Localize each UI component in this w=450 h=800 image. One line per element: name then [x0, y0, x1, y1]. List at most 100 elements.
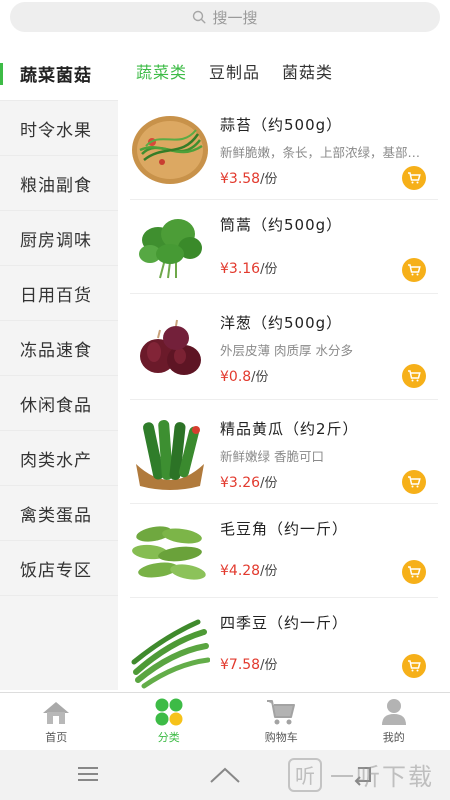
product-name: 筒蒿（约500g）	[220, 216, 343, 234]
sidebar-item-label: 饭店专区	[20, 560, 92, 581]
sidebar-item-label: 禽类蛋品	[20, 505, 92, 526]
watermark: 听 一听下载	[288, 757, 434, 792]
product-description: 外层皮薄 肉质厚 水分多	[220, 343, 353, 358]
product-image	[136, 419, 204, 490]
product-name: 蒜苔（约500g）	[220, 116, 343, 134]
product-image	[131, 619, 210, 689]
product-item[interactable]: 蒜苔（约500g） 新鲜脆嫩，条长，上部浓绿，基部嫩白 ¥3.58/份	[118, 96, 450, 200]
price-value: ¥7.58	[220, 657, 261, 673]
sidebar-item-frozen[interactable]: 冻品速食	[0, 321, 118, 376]
watermark-text: 一听下载	[330, 763, 434, 791]
cart-icon	[408, 566, 421, 578]
sidebar-item-label: 厨房调味	[20, 230, 92, 251]
search-icon	[193, 10, 206, 24]
sidebar-item-seasoning[interactable]: 厨房调味	[0, 211, 118, 266]
product-name: 毛豆角（约一斤）	[220, 520, 349, 538]
add-to-cart-button[interactable]	[402, 654, 426, 678]
subcategory-tabs: 蔬菜类 豆制品 菌菇类	[118, 46, 450, 96]
add-to-cart-button[interactable]	[402, 364, 426, 388]
sidebar-item-poultry-eggs[interactable]: 禽类蛋品	[0, 486, 118, 541]
tab-home-label: 首页	[45, 731, 68, 744]
price-unit: /份	[260, 476, 278, 491]
sidebar-item-label: 时令水果	[20, 120, 92, 141]
cart-icon	[408, 264, 421, 276]
sidebar-item-label: 肉类水产	[20, 450, 92, 471]
tab-cart[interactable]: 购物车	[225, 693, 338, 750]
price-value: ¥4.28	[220, 563, 261, 579]
tab-profile-label: 我的	[382, 731, 405, 744]
product-name: 洋葱（约500g）	[220, 314, 343, 332]
search-placeholder: 搜一搜	[212, 8, 258, 27]
sidebar-item-meat-seafood[interactable]: 肉类水产	[0, 431, 118, 486]
tab-home[interactable]: 首页	[0, 693, 113, 750]
price-unit: /份	[260, 172, 278, 187]
home-icon	[43, 702, 70, 724]
product-image	[132, 526, 206, 580]
bottom-tab-bar: 首页 分类 购物车 我的	[0, 692, 450, 750]
home-nav-icon[interactable]	[208, 764, 242, 786]
price-unit: /份	[260, 262, 278, 277]
product-price: ¥7.58/份	[220, 654, 277, 673]
product-price: ¥3.16/份	[220, 258, 277, 277]
tab-profile[interactable]: 我的	[338, 693, 450, 750]
sidebar-item-snacks[interactable]: 休闲食品	[0, 376, 118, 431]
price-value: ¥0.8	[220, 369, 252, 385]
product-item[interactable]: 洋葱（约500g） 外层皮薄 肉质厚 水分多 ¥0.8/份	[118, 294, 450, 400]
search-bar[interactable]: 搜一搜	[10, 2, 440, 32]
sidebar-item-label: 休闲食品	[20, 395, 92, 416]
tab-category[interactable]: 分类	[113, 693, 226, 750]
product-price: ¥0.8/份	[220, 366, 269, 385]
product-price: ¥3.26/份	[220, 472, 277, 491]
price-value: ¥3.26	[220, 475, 261, 491]
product-item[interactable]: 毛豆角（约一斤） ¥4.28/份	[118, 504, 450, 598]
price-unit: /份	[260, 564, 278, 579]
sidebar-item-fruits[interactable]: 时令水果	[0, 101, 118, 156]
sidebar-item-label: 粮油副食	[20, 175, 92, 196]
tab-cart-label: 购物车	[264, 731, 298, 744]
add-to-cart-button[interactable]	[402, 470, 426, 494]
menu-icon[interactable]	[76, 764, 100, 784]
add-to-cart-button[interactable]	[402, 560, 426, 584]
cart-icon	[408, 476, 421, 488]
cart-icon	[408, 370, 421, 382]
product-name: 精品黄瓜（约2斤）	[220, 420, 359, 438]
price-value: ¥3.16	[220, 261, 261, 277]
cart-icon	[267, 700, 296, 725]
product-description: 新鲜脆嫩，条长，上部浓绿，基部嫩白	[220, 145, 430, 160]
product-price: ¥3.58/份	[220, 168, 277, 187]
price-value: ¥3.58	[220, 171, 261, 187]
product-item[interactable]: 筒蒿（约500g） ¥3.16/份	[118, 200, 450, 294]
product-image	[132, 116, 208, 184]
product-image	[140, 319, 201, 375]
product-price: ¥4.28/份	[220, 560, 277, 579]
product-item[interactable]: 精品黄瓜（约2斤） 新鲜嫩绿 香脆可口 ¥3.26/份	[118, 400, 450, 504]
sidebar-item-label: 蔬菜菌菇	[20, 65, 92, 86]
product-description: 新鲜嫩绿 香脆可口	[220, 449, 324, 464]
product-image	[139, 219, 202, 279]
category-icon	[155, 698, 183, 726]
tab-vegetables[interactable]: 蔬菜类	[136, 59, 187, 83]
user-icon	[381, 699, 406, 725]
top-bar: 搜一搜	[0, 0, 450, 44]
add-to-cart-button[interactable]	[402, 258, 426, 282]
product-name: 四季豆（约一斤）	[220, 614, 349, 632]
sidebar-item-daily-goods[interactable]: 日用百货	[0, 266, 118, 321]
category-sidebar: 蔬菜菌菇 时令水果 粮油副食 厨房调味 日用百货 冻品速食 休闲食品 肉类水产 …	[0, 46, 118, 690]
sidebar-item-restaurant[interactable]: 饭店专区	[0, 541, 118, 596]
price-unit: /份	[260, 658, 278, 673]
tab-mushrooms[interactable]: 菌菇类	[282, 59, 333, 83]
price-unit: /份	[251, 370, 269, 385]
product-item[interactable]: 四季豆（约一斤） ¥7.58/份	[118, 598, 450, 692]
cart-icon	[408, 660, 421, 672]
watermark-logo: 听	[288, 757, 322, 792]
tab-category-label: 分类	[157, 731, 180, 744]
cart-icon	[408, 172, 421, 184]
product-list: 蒜苔（约500g） 新鲜脆嫩，条长，上部浓绿，基部嫩白 ¥3.58/份 筒蒿（约…	[118, 96, 450, 692]
svg-text:听: 听	[295, 764, 315, 788]
add-to-cart-button[interactable]	[402, 166, 426, 190]
sidebar-item-grain-oil[interactable]: 粮油副食	[0, 156, 118, 211]
sidebar-item-label: 冻品速食	[20, 340, 92, 361]
sidebar-item-vegetables[interactable]: 蔬菜菌菇	[0, 46, 118, 101]
tab-soy-products[interactable]: 豆制品	[209, 59, 260, 83]
sidebar-item-label: 日用百货	[20, 285, 92, 306]
